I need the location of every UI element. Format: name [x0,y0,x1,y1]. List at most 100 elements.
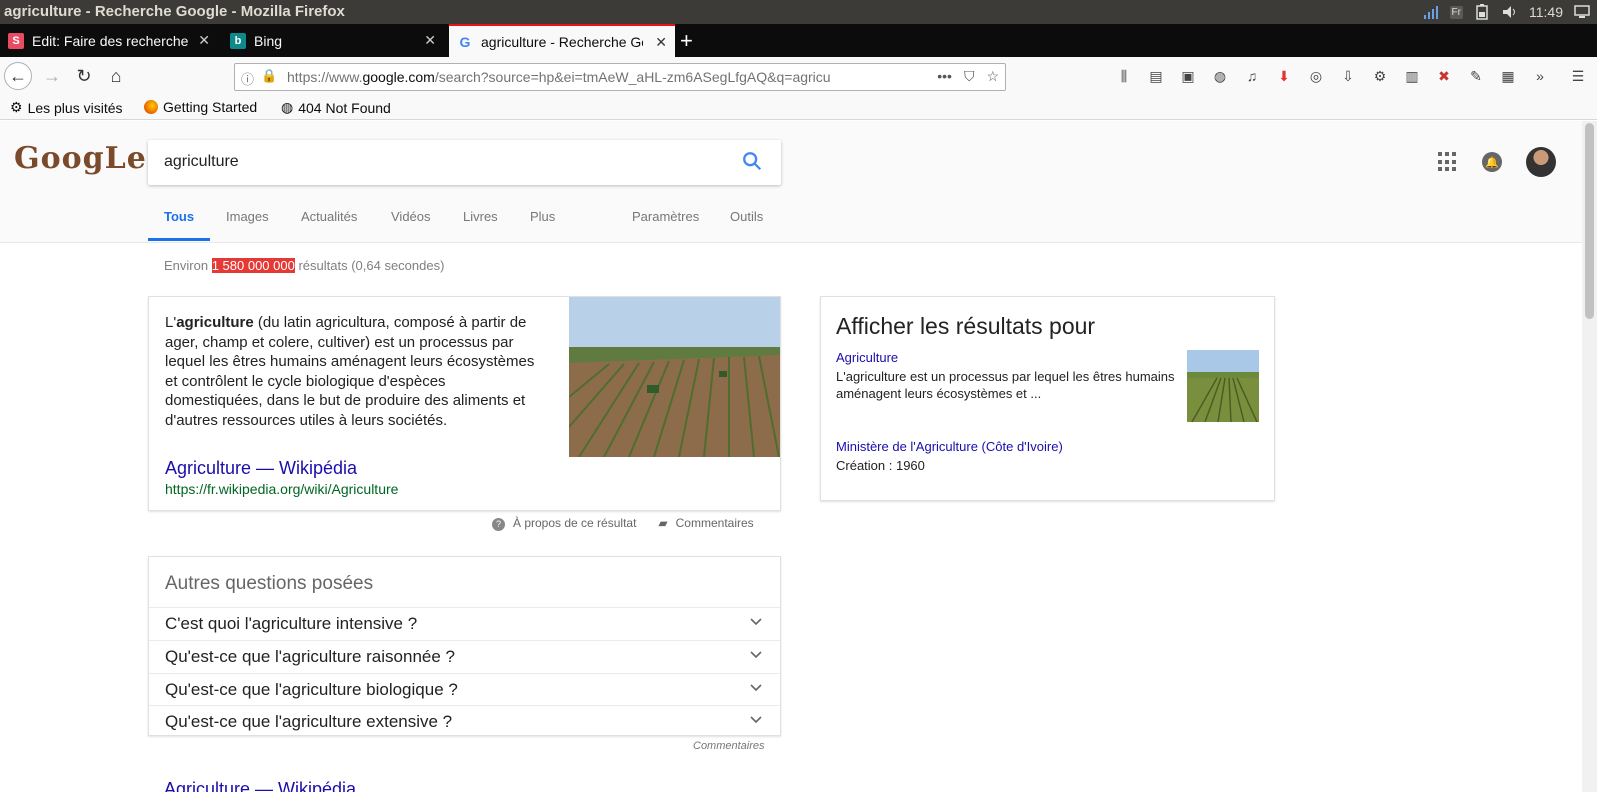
gear-icon: ⚙ [10,99,23,115]
chevron-down-icon [750,618,762,626]
extension-d-icon[interactable]: ◍ [1211,67,1229,85]
tab-edit[interactable]: S Edit: Faire des recherche ✕ [0,24,218,57]
tab-outils[interactable]: Outils [730,209,763,224]
comment-icon: ▰ [658,516,668,530]
result-stats: Environ 1 580 000 000 résultats (0,64 se… [164,258,445,273]
tab-label: Bing [254,32,283,49]
notifications-bell-icon[interactable]: 🔔 [1482,152,1502,172]
sidebar-icon[interactable]: ▤ [1147,67,1165,85]
back-button[interactable]: ← [4,62,32,90]
paa-feedback-link[interactable]: Commentaires [693,740,765,752]
tab-favicon: b [230,32,246,49]
home-button[interactable]: ⌂ [102,62,130,90]
tab-images[interactable]: Images [226,209,269,224]
bookmark-getting-started[interactable]: Getting Started [144,99,257,115]
volume-icon[interactable] [1501,4,1519,20]
featured-snippet: L'agriculture (du latin agricultura, com… [148,296,781,511]
bookmark-404[interactable]: ◍ 404 Not Found [281,99,391,116]
url-text[interactable]: https://www.google.com/search?source=hp&… [287,69,887,85]
paa-question[interactable]: Qu'est-ce que l'agriculture biologique ? [149,673,780,706]
frame-extension-icon[interactable]: ▦ [1499,67,1517,85]
paa-question[interactable]: C'est quoi l'agriculture intensive ? [149,607,780,640]
session-icon[interactable] [1573,4,1591,20]
tab-bing[interactable]: b Bing ✕ [222,24,444,57]
page-actions-icon[interactable]: ••• [937,68,952,85]
kp-field-thumbnail[interactable] [1187,350,1259,422]
kp-agriculture-description: L'agriculture est un processus par leque… [836,369,1175,401]
gear-extension-icon[interactable]: ⚙ [1371,67,1389,85]
search-input[interactable]: agriculture [164,153,239,171]
window-title: agriculture - Recherche Google - Mozilla… [4,3,345,20]
overflow-chevron-icon[interactable]: » [1531,67,1549,85]
bookmarks-toolbar: ⚙ Les plus visités Getting Started ◍ 404 N… [0,95,1597,120]
close-icon[interactable]: ✕ [198,32,210,49]
reload-button[interactable]: ↻ [70,62,98,90]
tab-livres[interactable]: Livres [463,209,498,224]
kp-ministere-link[interactable]: Ministère de l'Agriculture (Côte d'Ivoir… [836,439,1063,454]
knowledge-panel: Afficher les résultats pour Agriculture … [820,296,1275,501]
downloads-icon[interactable]: ⇩ [1339,67,1357,85]
clock[interactable]: 11:49 [1529,4,1563,20]
screen: agriculture - Recherche Google - Mozilla… [0,0,1597,792]
tab-actualites[interactable]: Actualités [301,209,357,224]
tab-plus[interactable]: Plus [530,209,555,224]
lock-icon[interactable]: 🔒 [261,68,277,84]
help-icon: ? [492,517,505,531]
navigation-toolbar: ← → ↻ ⌂ ⓘ 🔒 https://www.google.com/searc… [0,57,1597,95]
google-favicon-icon: G [459,33,471,50]
download-extension-icon[interactable]: ⬇ [1275,67,1293,85]
chevron-down-icon [750,684,762,692]
tab-google-active[interactable]: G agriculture - Recherche Google ✕ [449,24,675,57]
farm-field-image[interactable] [569,297,780,457]
notes-extension-icon[interactable]: ▥ [1403,67,1421,85]
url-bar[interactable]: ⓘ 🔒 https://www.google.com/search?source… [234,63,1006,91]
search-box[interactable]: agriculture [148,140,781,185]
toolbar-icons: ⫼ ▤ ▣ ◍ ♫ ⬇ ◎ ⇩ ⚙ ▥ ✖ ✎ ▦ » ☰ [1115,67,1587,85]
scrollbar-thumb[interactable] [1585,123,1594,319]
os-top-bar: agriculture - Recherche Google - Mozilla… [0,0,1597,24]
snippet-url: https://fr.wikipedia.org/wiki/Agricultur… [165,481,399,497]
battery-icon[interactable] [1473,4,1491,20]
music-extension-icon[interactable]: ♫ [1243,67,1261,85]
kp-ministere-creation: Création : 1960 [836,458,925,473]
library-icon[interactable]: ⫼ [1115,67,1133,85]
globe-extension-icon[interactable]: ◎ [1307,67,1325,85]
eyedropper-icon[interactable]: ✎ [1467,67,1485,85]
chevron-down-icon [750,651,762,659]
screen-icon[interactable]: ▣ [1179,67,1197,85]
page-scrollbar[interactable] [1582,121,1597,792]
signal-icon[interactable] [1422,4,1440,20]
chevron-down-icon [750,716,762,724]
tab-tous[interactable]: Tous [164,209,194,224]
forward-button[interactable]: → [38,62,66,90]
paa-question[interactable]: Qu'est-ce que l'agriculture extensive ? [149,705,780,738]
apps-grid-icon[interactable] [1438,152,1458,172]
close-icon[interactable]: ✕ [424,32,436,49]
tab-parametres[interactable]: Paramètres [632,209,699,224]
avatar[interactable] [1526,147,1556,177]
feedback-link[interactable]: ▰ Commentaires [658,516,753,531]
paa-title: Autres questions posées [165,573,374,594]
tab-label: agriculture - Recherche Google [481,33,643,50]
keyboard-layout-indicator[interactable]: Fr [1449,5,1463,19]
header-actions: 🔔 [1438,147,1556,177]
kp-agriculture-link[interactable]: Agriculture [836,350,898,365]
pocket-icon[interactable]: ⛉ [964,68,975,85]
paa-question[interactable]: Qu'est-ce que l'agriculture raisonnée ? [149,640,780,673]
close-icon[interactable]: ✕ [655,34,667,51]
menu-icon[interactable]: ☰ [1569,67,1587,85]
people-also-ask: Autres questions posées C'est quoi l'agr… [148,556,781,736]
firefox-icon [144,100,158,114]
google-doodle-logo[interactable]: GoogLe [14,141,147,176]
snippet-link[interactable]: Agriculture — Wikipédia [165,458,357,479]
tab-favicon: S [8,32,24,49]
about-result-link[interactable]: ? À propos de ce résultat [492,516,636,531]
search-icon[interactable] [741,150,763,172]
info-icon[interactable]: ⓘ [241,69,254,88]
new-tab-button[interactable]: + [680,28,693,54]
bookmark-star-icon[interactable]: ☆ [986,68,999,85]
tools-extension-icon[interactable]: ✖ [1435,67,1453,85]
tab-videos[interactable]: Vidéos [391,209,431,224]
bookmark-most-visited[interactable]: ⚙ Les plus visités [10,99,123,116]
next-result-link[interactable]: Agriculture — Wikipédia [164,779,356,792]
